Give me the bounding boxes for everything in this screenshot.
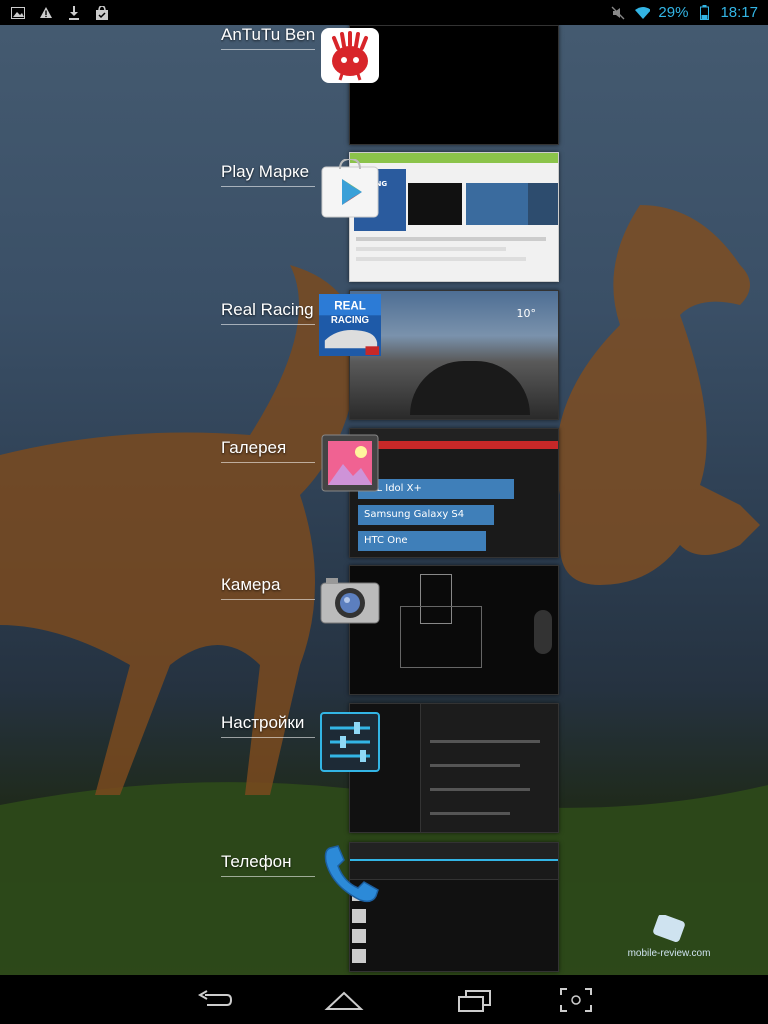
watermark: mobile-review.com (624, 914, 714, 965)
app-label-camera: Камера (221, 575, 315, 600)
app-label-play-store: Play Марке (221, 162, 315, 187)
battery-percent: 29% (658, 4, 689, 21)
recent-app-camera[interactable]: Камера (0, 565, 560, 695)
download-icon[interactable] (66, 5, 82, 21)
chart-bar-2: Samsung Galaxy S4 (358, 505, 494, 525)
app-label-antutu: AnTuTu Ben (221, 25, 315, 50)
chart-bar-3: HTC One (358, 531, 486, 551)
recent-app-antutu[interactable]: AnTuTu Ben (0, 25, 560, 145)
speed-readout: 10° (516, 307, 537, 320)
wifi-icon (634, 5, 651, 21)
back-icon (197, 990, 233, 1006)
gallery-icon[interactable] (319, 432, 381, 494)
camera-icon[interactable] (319, 569, 381, 631)
svg-text:RACING: RACING (331, 315, 369, 326)
app-label-settings: Настройки (221, 713, 315, 738)
navigation-bar (0, 975, 768, 1024)
store-bag-icon[interactable] (94, 5, 110, 21)
warning-icon[interactable] (38, 5, 54, 21)
recent-app-phone[interactable]: Телефон (0, 842, 560, 972)
home-button[interactable] (324, 985, 364, 1015)
watermark-logo-icon (653, 914, 685, 942)
recent-app-settings[interactable]: Настройки (0, 703, 560, 833)
recent-apps-icon (458, 990, 491, 1012)
real-racing-icon[interactable]: REAL RACING (319, 294, 381, 356)
app-label-real-racing: Real Racing (221, 300, 315, 325)
recent-app-play-store[interactable]: Play Марке REAL RACING (0, 152, 560, 282)
app-label-gallery: Галерея (221, 438, 315, 463)
antutu-icon[interactable] (319, 25, 381, 87)
battery-icon (696, 5, 712, 21)
gallery-notification-icon[interactable] (10, 5, 26, 21)
recent-apps-button[interactable] (454, 985, 494, 1015)
phone-icon[interactable] (319, 842, 381, 904)
svg-text:REAL: REAL (334, 300, 366, 313)
play-store-icon[interactable] (319, 158, 381, 220)
app-label-phone: Телефон (221, 852, 315, 877)
home-icon (324, 991, 364, 1010)
back-button[interactable] (195, 985, 235, 1015)
status-bar: 29% 18:17 (0, 0, 768, 25)
watermark-text: mobile-review.com (627, 948, 711, 959)
chart-bar-1: TCL Idol X+ (358, 479, 514, 499)
screenshot-button[interactable] (556, 985, 596, 1015)
recent-app-real-racing[interactable]: Real Racing 10° REAL RACING (0, 290, 560, 420)
mute-icon (610, 5, 626, 21)
settings-icon[interactable] (319, 711, 381, 773)
recent-app-gallery[interactable]: Галерея TCL Idol X+ Samsung Galaxy S4 HT… (0, 428, 560, 558)
screenshot-icon (560, 988, 592, 1012)
clock: 18:17 (720, 4, 758, 21)
